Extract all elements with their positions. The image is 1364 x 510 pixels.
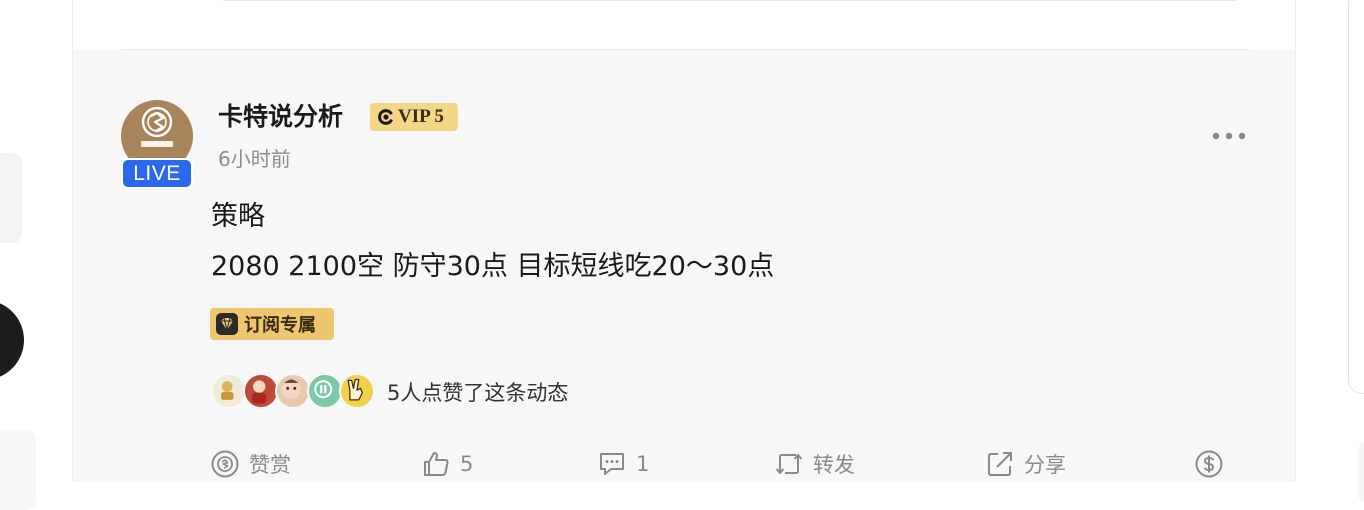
reward-icon (211, 450, 239, 478)
likes-summary[interactable]: 5人点赞了这条动态 (387, 377, 568, 407)
post-content-line-1: 策略 (211, 201, 265, 232)
liker-avatar[interactable] (275, 373, 311, 409)
comment-button[interactable]: 1 (597, 447, 649, 481)
share-button[interactable]: 分享 (985, 447, 1066, 481)
dollar-icon (1195, 450, 1223, 478)
repost-label: 转发 (813, 453, 855, 477)
share-label: 分享 (1024, 453, 1066, 477)
subscription-tag-label: 订阅专属 (244, 315, 316, 336)
vip-icon (378, 109, 393, 125)
comment-count: 1 (636, 452, 650, 476)
vip-badge[interactable]: VIP 5 (370, 103, 458, 131)
liker-avatar[interactable] (307, 373, 343, 409)
left-sidebar-card-2 (0, 430, 36, 510)
like-count: 5 (460, 452, 474, 476)
repost-icon (775, 454, 803, 474)
right-sidebar-card (1348, 0, 1364, 394)
previous-post-separator (223, 0, 1237, 1)
reward-button[interactable]: 赞赏 (210, 447, 291, 481)
live-badge[interactable]: LIVE (121, 158, 193, 189)
feed-post: LIVE 卡特说分析 VIP 5 6小时前 策略 2080 2100空 防守30点… (73, 50, 1295, 482)
more-icon[interactable] (1210, 126, 1250, 146)
tip-button[interactable] (1194, 447, 1224, 481)
post-content: 策略 2080 2100空 防守30点 目标短线吃20～30点 (211, 192, 774, 292)
feed-column: LIVE 卡特说分析 VIP 5 6小时前 策略 2080 2100空 防守30点… (72, 0, 1296, 482)
liker-avatar[interactable] (211, 373, 247, 409)
left-floating-avatar[interactable] (0, 300, 24, 380)
subscription-tag[interactable]: 订阅专属 (210, 308, 334, 340)
vip-label: VIP 5 (398, 106, 444, 127)
post-content-line-2: 2080 2100空 防守30点 目标短线吃20～30点 (211, 251, 775, 282)
liker-avatar[interactable] (339, 373, 375, 409)
share-icon (988, 452, 1012, 476)
post-time: 6小时前 (218, 147, 291, 171)
comment-icon (600, 453, 624, 475)
previous-post-bottom (73, 0, 1295, 50)
like-icon (424, 452, 449, 476)
diamond-icon (216, 313, 238, 335)
liker-avatar[interactable] (243, 373, 279, 409)
author-name[interactable]: 卡特说分析 (218, 100, 343, 134)
reward-label: 赞赏 (249, 453, 291, 477)
left-sidebar-card (0, 153, 22, 243)
right-sidebar-card-2 (1358, 442, 1364, 502)
likers-avatars[interactable] (211, 373, 381, 409)
repost-button[interactable]: 转发 (774, 447, 855, 481)
like-button[interactable]: 5 (421, 447, 473, 481)
